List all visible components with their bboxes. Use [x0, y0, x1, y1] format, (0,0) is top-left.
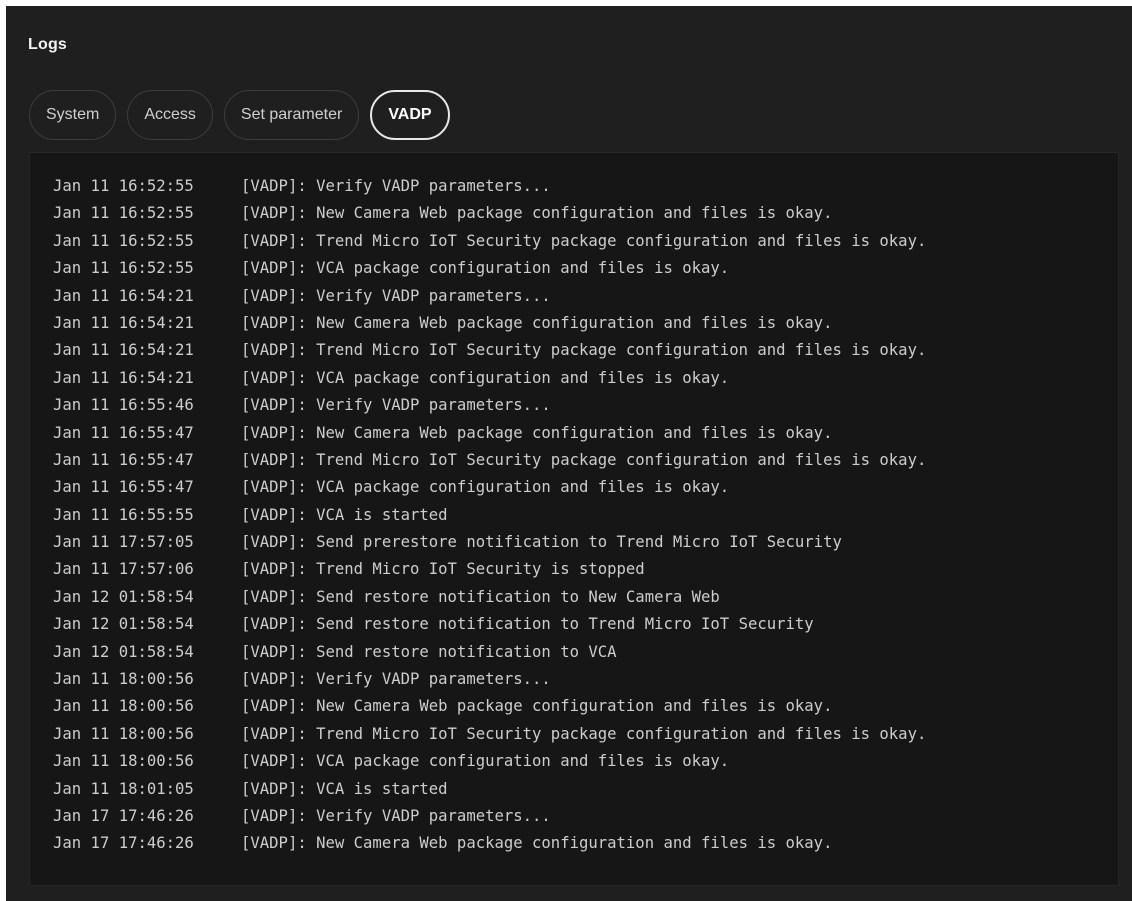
log-timestamp: Jan 11 17:57:06 [53, 560, 194, 579]
log-message: [VADP]: Send restore notification to VCA [241, 642, 617, 661]
log-message: [VADP]: Trend Micro IoT Security package… [241, 341, 927, 360]
log-entry: Jan 11 17:57:06 [VADP]: Trend Micro IoT S… [53, 556, 1108, 583]
log-message: [VADP]: Trend Micro IoT Security package… [241, 450, 927, 469]
log-timestamp: Jan 12 01:58:54 [53, 615, 194, 634]
log-entry: Jan 11 16:54:21 [VADP]: VCA package confi… [53, 365, 1108, 392]
log-timestamp: Jan 11 18:00:56 [53, 724, 194, 743]
log-timestamp: Jan 11 16:54:21 [53, 286, 194, 305]
log-timestamp: Jan 11 18:00:56 [53, 670, 194, 689]
logs-panel: Logs System Access Set parameter VADP Ja… [6, 6, 1132, 901]
page-title: Logs [28, 36, 68, 53]
log-message: [VADP]: New Camera Web package configura… [241, 834, 833, 853]
log-entry: Jan 11 16:54:21 [VADP]: Verify VADP param… [53, 283, 1108, 310]
log-entry: Jan 11 16:55:55 [VADP]: VCA is started [53, 502, 1108, 529]
log-timestamp: Jan 11 16:52:55 [53, 231, 194, 250]
log-timestamp: Jan 11 17:57:05 [53, 533, 194, 552]
log-list: Jan 11 16:52:55 [VADP]: Verify VADP param… [53, 173, 1108, 855]
log-entry: Jan 11 16:52:55 [VADP]: VCA package confi… [53, 255, 1108, 282]
log-entry: Jan 17 17:46:26 [VADP]: New Camera Web pa… [53, 830, 1108, 855]
tab-set-parameter[interactable]: Set parameter [223, 90, 360, 140]
log-timestamp: Jan 12 01:58:54 [53, 642, 194, 661]
log-timestamp: Jan 11 16:55:46 [53, 396, 194, 415]
log-message: [VADP]: New Camera Web package configura… [241, 423, 833, 442]
log-message: [VADP]: Verify VADP parameters... [241, 286, 551, 305]
log-message: [VADP]: VCA is started [241, 505, 448, 524]
log-message: [VADP]: Send restore notification to New… [241, 587, 720, 606]
log-entry: Jan 11 16:55:46 [VADP]: Verify VADP param… [53, 392, 1108, 419]
log-entry: Jan 11 18:00:56 [VADP]: New Camera Web pa… [53, 693, 1108, 720]
log-timestamp: Jan 17 17:46:26 [53, 806, 194, 825]
log-message: [VADP]: New Camera Web package configura… [241, 204, 833, 223]
log-entry: Jan 12 01:58:54 [VADP]: Send restore noti… [53, 611, 1108, 638]
log-timestamp: Jan 11 16:54:21 [53, 313, 194, 332]
tab-vadp[interactable]: VADP [370, 90, 450, 140]
log-timestamp: Jan 12 01:58:54 [53, 587, 194, 606]
log-entry: Jan 12 01:58:54 [VADP]: Send restore noti… [53, 584, 1108, 611]
tab-access[interactable]: Access [127, 90, 213, 140]
log-entry: Jan 11 16:52:55 [VADP]: New Camera Web pa… [53, 200, 1108, 227]
log-message: [VADP]: New Camera Web package configura… [241, 313, 833, 332]
log-entry: Jan 11 16:55:47 [VADP]: VCA package confi… [53, 474, 1108, 501]
log-timestamp: Jan 11 16:55:47 [53, 450, 194, 469]
log-message: [VADP]: Trend Micro IoT Security package… [241, 231, 927, 250]
log-message: [VADP]: Send prerestore notification to … [241, 533, 842, 552]
log-entry: Jan 11 16:55:47 [VADP]: New Camera Web pa… [53, 420, 1108, 447]
log-entry: Jan 11 18:00:56 [VADP]: VCA package confi… [53, 748, 1108, 775]
log-message: [VADP]: Trend Micro IoT Security is stop… [241, 560, 645, 579]
log-message: [VADP]: New Camera Web package configura… [241, 697, 833, 716]
log-message: [VADP]: Verify VADP parameters... [241, 177, 551, 195]
log-timestamp: Jan 11 16:55:47 [53, 478, 194, 497]
log-viewer[interactable]: Jan 11 16:52:55 [VADP]: Verify VADP param… [29, 152, 1119, 886]
log-entry: Jan 11 18:01:05 [VADP]: VCA is started [53, 776, 1108, 803]
log-entry: Jan 11 16:55:47 [VADP]: Trend Micro IoT S… [53, 447, 1108, 474]
log-message: [VADP]: Verify VADP parameters... [241, 670, 551, 689]
log-entry: Jan 11 18:00:56 [VADP]: Verify VADP param… [53, 666, 1108, 693]
log-entry: Jan 11 17:57:05 [VADP]: Send prerestore n… [53, 529, 1108, 556]
log-entry: Jan 12 01:58:54 [VADP]: Send restore noti… [53, 639, 1108, 666]
log-message: [VADP]: VCA is started [241, 779, 448, 798]
log-entry: Jan 11 16:54:21 [VADP]: Trend Micro IoT S… [53, 337, 1108, 364]
log-timestamp: Jan 11 18:00:56 [53, 697, 194, 716]
log-message: [VADP]: Verify VADP parameters... [241, 806, 551, 825]
log-timestamp: Jan 11 16:52:55 [53, 259, 194, 278]
log-timestamp: Jan 11 16:52:55 [53, 177, 194, 195]
log-entry: Jan 11 16:52:55 [VADP]: Verify VADP param… [53, 173, 1108, 200]
tab-system[interactable]: System [29, 90, 117, 140]
log-entry: Jan 11 16:54:21 [VADP]: New Camera Web pa… [53, 310, 1108, 337]
log-message: [VADP]: Send restore notification to Tre… [241, 615, 814, 634]
log-message: [VADP]: Trend Micro IoT Security package… [241, 724, 927, 743]
log-timestamp: Jan 11 16:52:55 [53, 204, 194, 223]
log-message: [VADP]: Verify VADP parameters... [241, 396, 551, 415]
log-timestamp: Jan 11 18:00:56 [53, 752, 194, 771]
log-message: [VADP]: VCA package configuration and fi… [241, 752, 730, 771]
log-timestamp: Jan 11 16:54:21 [53, 368, 194, 387]
log-timestamp: Jan 11 18:01:05 [53, 779, 194, 798]
log-message: [VADP]: VCA package configuration and fi… [241, 368, 730, 387]
log-entry: Jan 17 17:46:26 [VADP]: Verify VADP param… [53, 803, 1108, 830]
log-timestamp: Jan 11 16:54:21 [53, 341, 194, 360]
log-timestamp: Jan 17 17:46:26 [53, 834, 194, 853]
log-timestamp: Jan 11 16:55:55 [53, 505, 194, 524]
log-message: [VADP]: VCA package configuration and fi… [241, 259, 730, 278]
log-message: [VADP]: VCA package configuration and fi… [241, 478, 730, 497]
log-tabs: System Access Set parameter VADP [29, 90, 450, 140]
log-timestamp: Jan 11 16:55:47 [53, 423, 194, 442]
log-entry: Jan 11 18:00:56 [VADP]: Trend Micro IoT S… [53, 721, 1108, 748]
log-entry: Jan 11 16:52:55 [VADP]: Trend Micro IoT S… [53, 228, 1108, 255]
